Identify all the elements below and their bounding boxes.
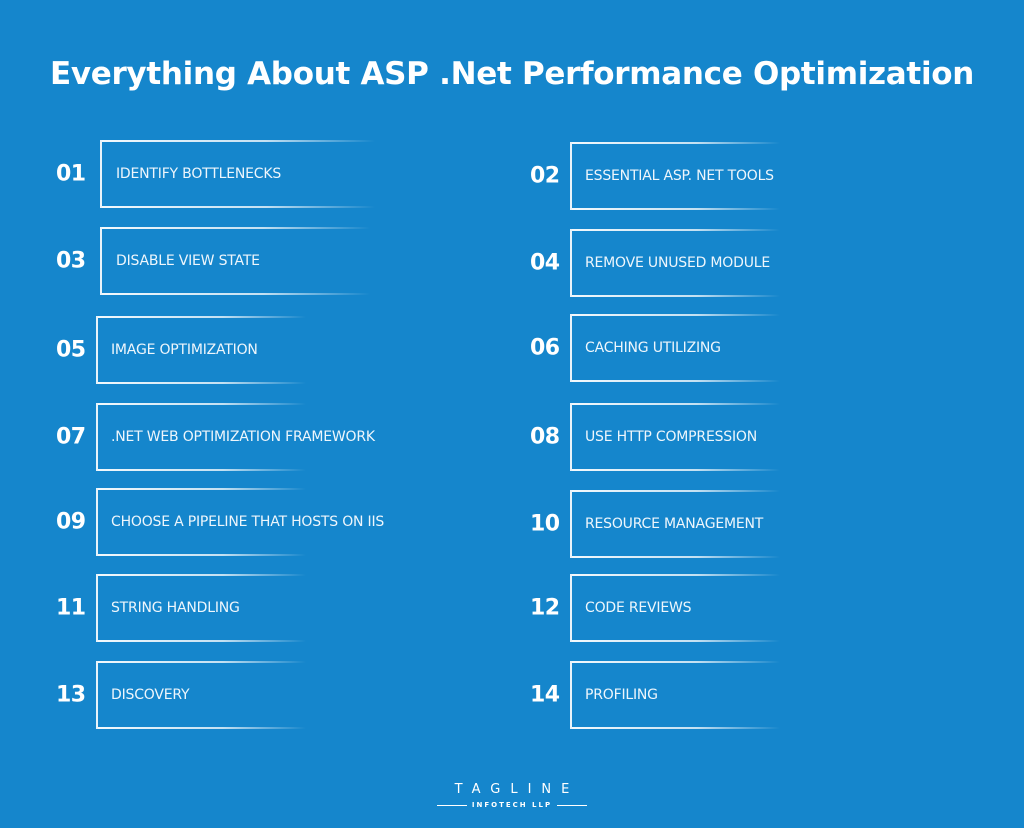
item-number: 03 (56, 248, 86, 274)
item-number: 14 (530, 682, 560, 708)
item-number: 04 (530, 250, 560, 276)
item-label: REMOVE UNUSED MODULE (585, 255, 771, 271)
item-number: 07 (56, 424, 86, 450)
item-box: RESOURCE MANAGEMENT (570, 490, 780, 558)
item-label: CACHING UTILIZING (585, 340, 721, 356)
list-item-13: 13 DISCOVERY (56, 661, 386, 729)
logo-divider (436, 804, 467, 806)
item-label: CHOOSE A PIPELINE THAT HOSTS ON IIS (111, 514, 385, 530)
logo-subtitle-row: INFOTECH LLP (0, 801, 1024, 809)
list-item-11: 11 STRING HANDLING (56, 574, 386, 642)
item-number: 01 (56, 161, 86, 187)
list-item-07: 07 .NET WEB OPTIMIZATION FRAMEWORK (56, 403, 386, 471)
item-label: USE HTTP COMPRESSION (585, 429, 757, 445)
item-box: PROFILING (570, 661, 780, 729)
item-box: ESSENTIAL ASP. NET TOOLS (570, 142, 780, 210)
item-box: USE HTTP COMPRESSION (570, 403, 780, 471)
item-box: IDENTIFY BOTTLENECKS (100, 140, 375, 208)
item-number: 11 (56, 595, 86, 621)
item-label: DISABLE VIEW STATE (116, 253, 260, 269)
item-box: CACHING UTILIZING (570, 314, 780, 382)
list-item-10: 10 RESOURCE MANAGEMENT (530, 490, 830, 558)
list-item-09: 09 CHOOSE A PIPELINE THAT HOSTS ON IIS (56, 488, 386, 556)
brand-logo: TAGLINE INFOTECH LLP (0, 782, 1024, 809)
item-box: CODE REVIEWS (570, 574, 780, 642)
item-label: RESOURCE MANAGEMENT (585, 516, 764, 532)
item-number: 02 (530, 163, 560, 189)
list-item-03: 03 DISABLE VIEW STATE (56, 227, 386, 295)
logo-name: TAGLINE (454, 782, 580, 797)
item-label: STRING HANDLING (111, 600, 240, 616)
item-number: 08 (530, 424, 560, 450)
list-item-14: 14 PROFILING (530, 661, 830, 729)
list-item-12: 12 CODE REVIEWS (530, 574, 830, 642)
item-number: 09 (56, 509, 86, 535)
list-item-02: 02 ESSENTIAL ASP. NET TOOLS (530, 142, 830, 210)
item-box: IMAGE OPTIMIZATION (96, 316, 306, 384)
item-box: REMOVE UNUSED MODULE (570, 229, 780, 297)
item-number: 06 (530, 335, 560, 361)
list-item-01: 01 IDENTIFY BOTTLENECKS (56, 140, 386, 208)
item-box: DISABLE VIEW STATE (100, 227, 370, 295)
item-box: .NET WEB OPTIMIZATION FRAMEWORK (96, 403, 375, 471)
list-item-06: 06 CACHING UTILIZING (530, 314, 830, 382)
logo-subtitle: INFOTECH LLP (471, 801, 553, 809)
page-title: Everything About ASP .Net Performance Op… (49, 56, 975, 92)
item-number: 05 (56, 337, 86, 363)
item-label: DISCOVERY (111, 687, 190, 703)
item-box: DISCOVERY (96, 661, 306, 729)
list-item-04: 04 REMOVE UNUSED MODULE (530, 229, 830, 297)
item-number: 12 (530, 595, 560, 621)
item-label: IDENTIFY BOTTLENECKS (116, 166, 282, 182)
list-item-05: 05 IMAGE OPTIMIZATION (56, 316, 386, 384)
item-number: 13 (56, 682, 86, 708)
item-label: CODE REVIEWS (585, 600, 692, 616)
logo-divider (557, 804, 588, 806)
item-label: ESSENTIAL ASP. NET TOOLS (585, 168, 774, 184)
item-box: STRING HANDLING (96, 574, 306, 642)
item-label: .NET WEB OPTIMIZATION FRAMEWORK (111, 429, 375, 445)
item-number: 10 (530, 511, 560, 537)
item-box: CHOOSE A PIPELINE THAT HOSTS ON IIS (96, 488, 384, 556)
item-label: PROFILING (585, 687, 658, 703)
list-item-08: 08 USE HTTP COMPRESSION (530, 403, 830, 471)
item-label: IMAGE OPTIMIZATION (111, 342, 258, 358)
